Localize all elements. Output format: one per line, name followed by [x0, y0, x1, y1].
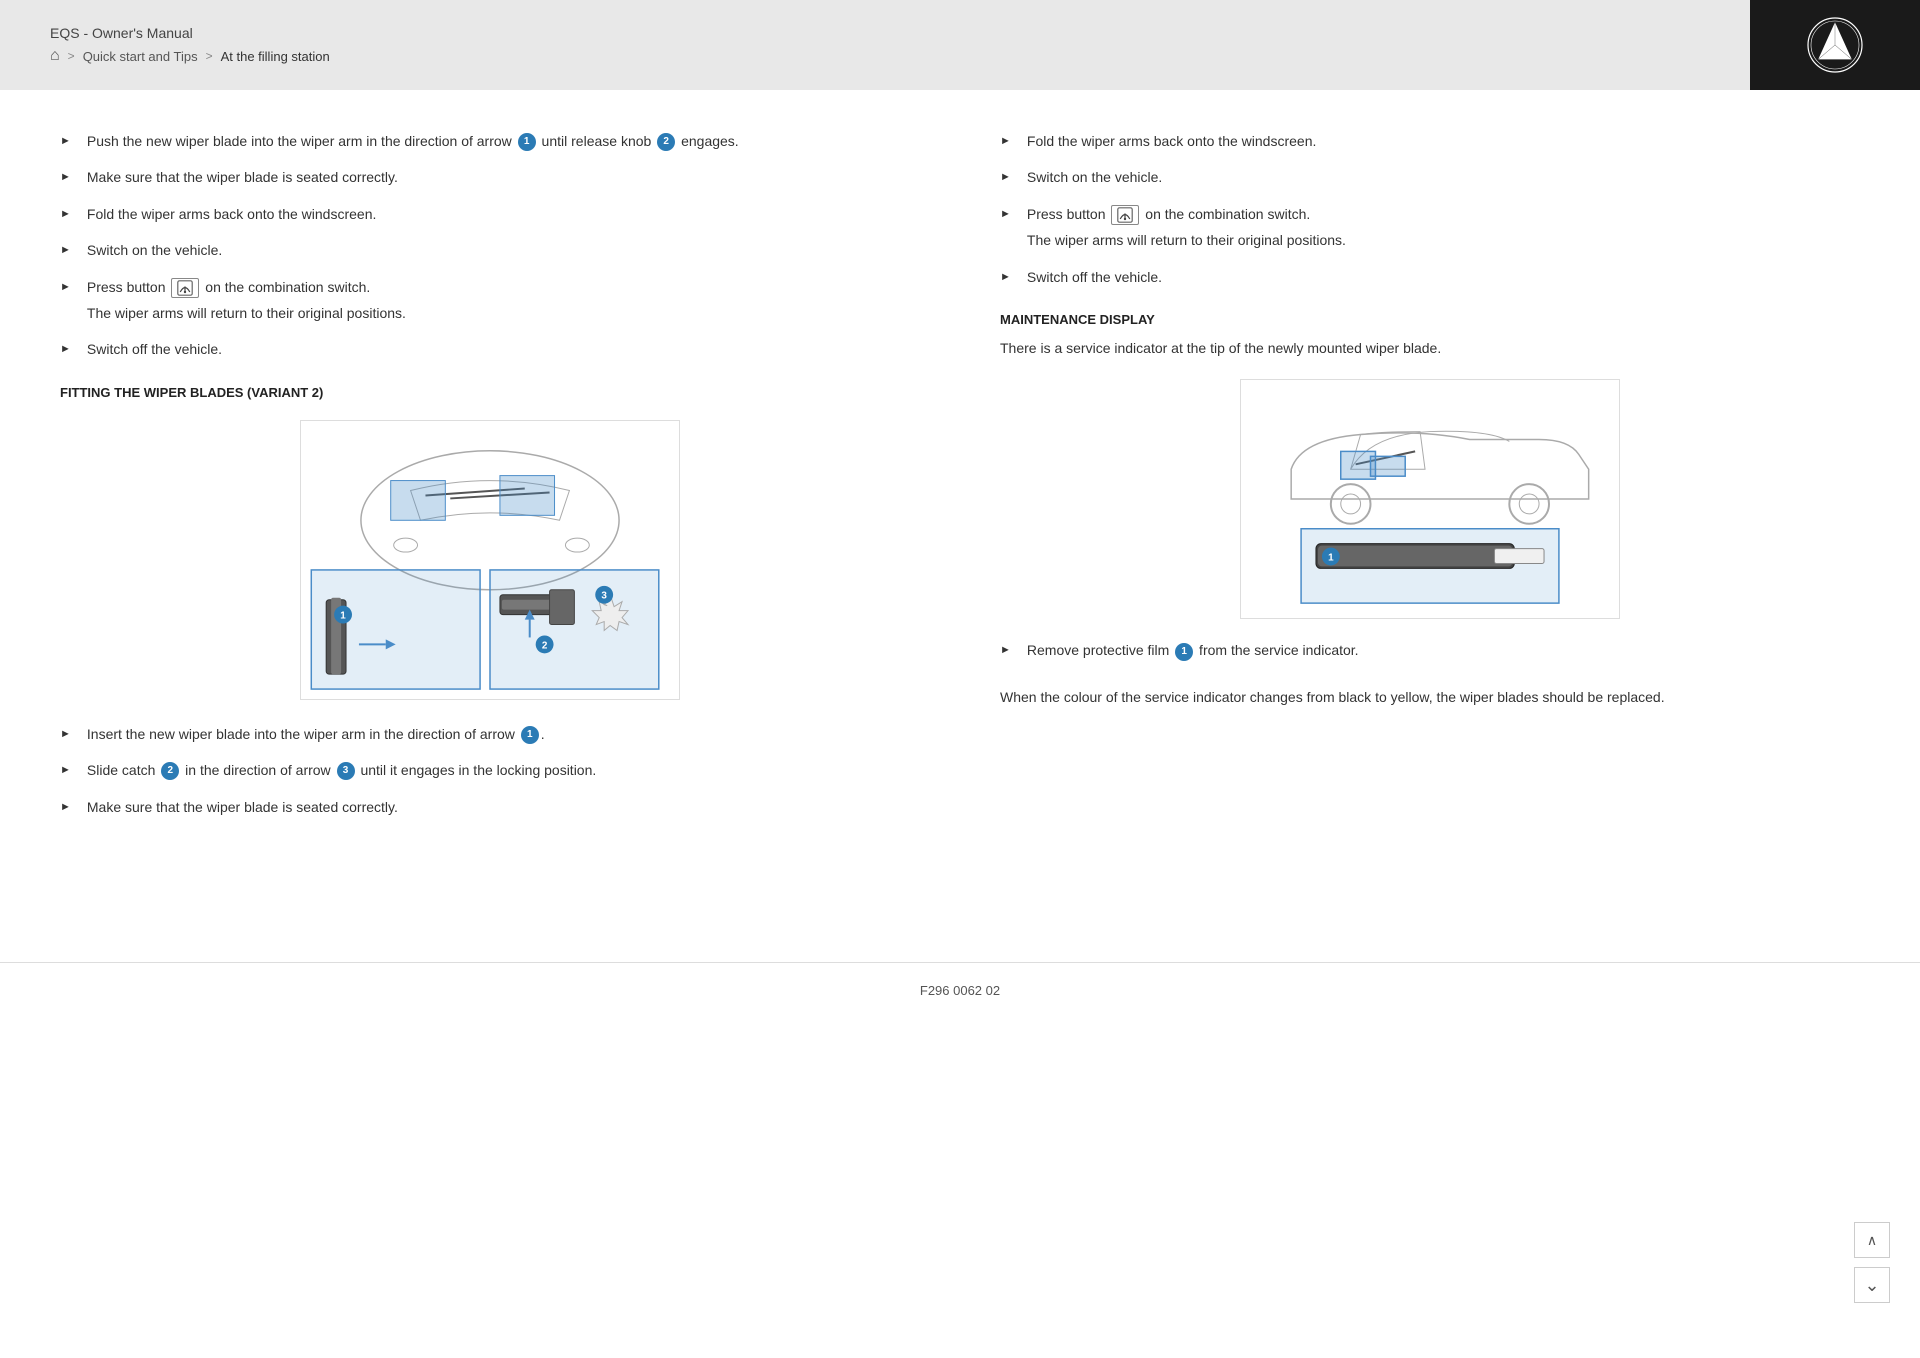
- bullet-3: ► Fold the wiper arms back onto the wind…: [60, 203, 920, 225]
- right-bullet-arrow-4: ►: [1000, 269, 1011, 288]
- bullet-8: ► Slide catch 2 in the direction of arro…: [60, 759, 920, 781]
- badge-1: 1: [518, 133, 536, 151]
- bullet-arrow-4: ►: [60, 242, 71, 261]
- right-bullet-3-sub: The wiper arms will return to their orig…: [1027, 229, 1860, 251]
- svg-text:2: 2: [542, 640, 548, 651]
- wiper-button-icon: [171, 278, 199, 298]
- maintenance-bullet-1: ► Remove protective film 1 from the serv…: [1000, 639, 1860, 661]
- page-footer: F296 0062 02: [0, 962, 1920, 1018]
- right-bullet-text-2: Switch on the vehicle.: [1027, 166, 1860, 188]
- bullet-arrow-5: ►: [60, 279, 71, 325]
- bullet-text-3: Fold the wiper arms back onto the windsc…: [87, 203, 920, 225]
- bullet-arrow-6: ►: [60, 341, 71, 360]
- badge-8-2: 2: [161, 762, 179, 780]
- bullet-arrow-9: ►: [60, 799, 71, 818]
- maintenance-diagram-area: 1: [1000, 379, 1860, 619]
- main-content: ► Push the new wiper blade into the wipe…: [0, 90, 1920, 922]
- chevron-down-icon: ⌄: [1864, 1275, 1879, 1296]
- scroll-up-button[interactable]: ∧: [1854, 1222, 1890, 1258]
- bullet-text-2: Make sure that the wiper blade is seated…: [87, 166, 920, 188]
- right-bullet-arrow-3: ►: [1000, 206, 1011, 252]
- bullet-arrow-7: ►: [60, 726, 71, 745]
- badge-m1: 1: [1175, 643, 1193, 661]
- scroll-down-button[interactable]: ⌄: [1854, 1267, 1890, 1303]
- wiper-icon: [177, 280, 193, 296]
- bullet-2: ► Make sure that the wiper blade is seat…: [60, 166, 920, 188]
- right-bullet-arrow-2: ►: [1000, 169, 1011, 188]
- bullet-5-sub: The wiper arms will return to their orig…: [87, 302, 920, 324]
- chevron-up-icon: ∧: [1867, 1232, 1877, 1249]
- left-bottom-bullets: ► Insert the new wiper blade into the wi…: [60, 723, 920, 818]
- header-left: EQS - Owner's Manual ⌂ > Quick start and…: [50, 25, 330, 65]
- bullet-4: ► Switch on the vehicle.: [60, 239, 920, 261]
- maintenance-svg: 1: [1240, 379, 1620, 619]
- maintenance-note: When the colour of the service indicator…: [1000, 686, 1860, 708]
- maintenance-bullet-text: Remove protective film 1 from the servic…: [1027, 639, 1860, 661]
- variant2-diagram: 1 2: [60, 420, 920, 703]
- breadcrumb-sep2: >: [206, 49, 213, 63]
- home-icon[interactable]: ⌂: [50, 47, 60, 65]
- right-bullet-text-4: Switch off the vehicle.: [1027, 266, 1860, 288]
- breadcrumb-item1[interactable]: Quick start and Tips: [83, 49, 198, 64]
- bullet-5: ► Press button on the combination switch…: [60, 276, 920, 325]
- wiper-button-icon-right: [1111, 205, 1139, 225]
- right-bullet-4: ► Switch off the vehicle.: [1000, 266, 1860, 288]
- bullet-text-1: Push the new wiper blade into the wiper …: [87, 130, 920, 152]
- right-bullet-text-3: Press button on the combination switch. …: [1027, 203, 1860, 252]
- right-column: ► Fold the wiper arms back onto the wind…: [1000, 130, 1860, 842]
- maintenance-bullets: ► Remove protective film 1 from the serv…: [1000, 639, 1860, 661]
- breadcrumb: ⌂ > Quick start and Tips > At the fillin…: [50, 47, 330, 65]
- right-bullet-arrow-1: ►: [1000, 133, 1011, 152]
- bullet-arrow-8: ►: [60, 762, 71, 781]
- page-code: F296 0062 02: [920, 983, 1000, 998]
- right-bullet-2: ► Switch on the vehicle.: [1000, 166, 1860, 188]
- badge-2: 2: [657, 133, 675, 151]
- bullet-6: ► Switch off the vehicle.: [60, 338, 920, 360]
- bullet-arrow-1: ►: [60, 133, 71, 152]
- right-bullet-3: ► Press button on the combination switch…: [1000, 203, 1860, 252]
- bullet-text-7: Insert the new wiper blade into the wipe…: [87, 723, 920, 745]
- bullet-arrow-3: ►: [60, 206, 71, 225]
- bullet-text-6: Switch off the vehicle.: [87, 338, 920, 360]
- variant2-svg: 1 2: [300, 420, 680, 700]
- badge-7-1: 1: [521, 726, 539, 744]
- breadcrumb-item2: At the filling station: [221, 49, 330, 64]
- mercedes-star-icon: [1805, 15, 1865, 75]
- right-bullet-1: ► Fold the wiper arms back onto the wind…: [1000, 130, 1860, 152]
- bullet-9: ► Make sure that the wiper blade is seat…: [60, 796, 920, 818]
- mercedes-logo: [1750, 0, 1920, 90]
- left-column: ► Push the new wiper blade into the wipe…: [60, 130, 920, 842]
- variant2-heading: FITTING THE WIPER BLADES (VARIANT 2): [60, 385, 920, 400]
- right-bullet-text-1: Fold the wiper arms back onto the windsc…: [1027, 130, 1860, 152]
- variant2-image: 1 2: [300, 420, 680, 703]
- bullet-text-9: Make sure that the wiper blade is seated…: [87, 796, 920, 818]
- left-top-bullets: ► Push the new wiper blade into the wipe…: [60, 130, 920, 361]
- header: EQS - Owner's Manual ⌂ > Quick start and…: [0, 0, 1920, 90]
- manual-title: EQS - Owner's Manual: [50, 25, 330, 41]
- badge-8-3: 3: [337, 762, 355, 780]
- maintenance-heading: MAINTENANCE DISPLAY: [1000, 312, 1860, 327]
- svg-text:1: 1: [340, 610, 346, 621]
- bullet-text-8: Slide catch 2 in the direction of arrow …: [87, 759, 920, 781]
- bullet-arrow-2: ►: [60, 169, 71, 188]
- right-top-bullets: ► Fold the wiper arms back onto the wind…: [1000, 130, 1860, 288]
- svg-text:3: 3: [601, 590, 607, 601]
- bullet-1: ► Push the new wiper blade into the wipe…: [60, 130, 920, 152]
- maintenance-bullet-arrow: ►: [1000, 642, 1011, 661]
- wiper-icon-right: [1117, 207, 1133, 223]
- bullet-text-5: Press button on the combination switch. …: [87, 276, 920, 325]
- bullet-text-4: Switch on the vehicle.: [87, 239, 920, 261]
- page-wrapper: EQS - Owner's Manual ⌂ > Quick start and…: [0, 0, 1920, 1358]
- svg-text:1: 1: [1328, 553, 1334, 564]
- breadcrumb-sep1: >: [68, 49, 75, 63]
- bullet-7: ► Insert the new wiper blade into the wi…: [60, 723, 920, 745]
- maintenance-desc: There is a service indicator at the tip …: [1000, 337, 1860, 359]
